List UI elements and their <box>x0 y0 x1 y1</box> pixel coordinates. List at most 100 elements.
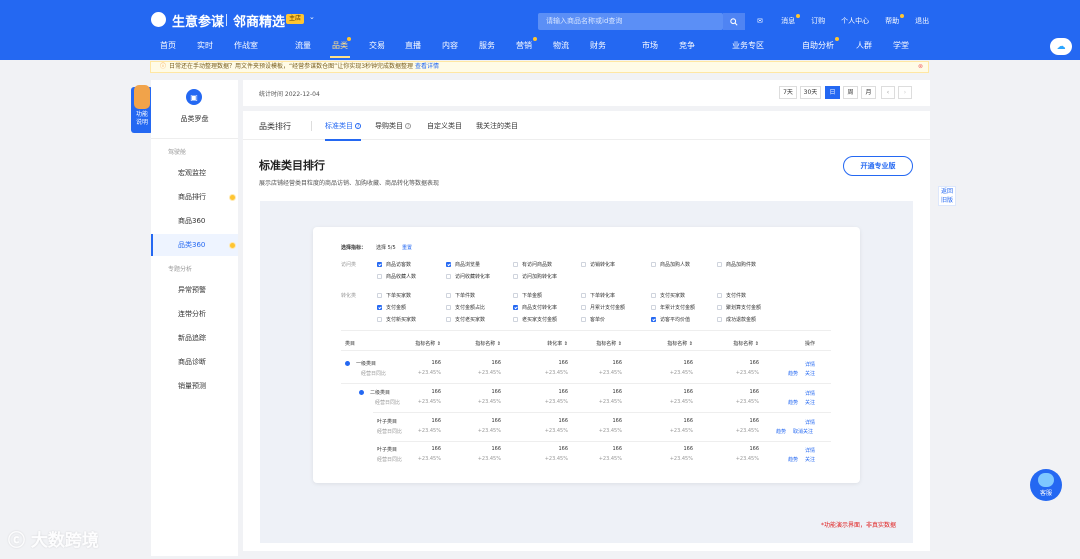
nav-marketing[interactable]: 营销 <box>516 40 532 51</box>
follow-link[interactable]: 取消关注 <box>793 428 813 435</box>
compass-icon[interactable] <box>151 12 166 27</box>
metric-checkbox[interactable] <box>377 273 382 279</box>
tab-standard[interactable]: 标准类目? <box>325 121 361 141</box>
nav-competition[interactable]: 竞争 <box>679 40 695 51</box>
nav-business-zone[interactable]: 业务专区 <box>732 40 764 51</box>
metric-checkbox[interactable] <box>446 273 451 279</box>
trend-link[interactable]: 趋势 <box>788 370 798 377</box>
prev-arrow-icon[interactable]: ‹ <box>881 86 895 99</box>
nav-live[interactable]: 直播 <box>405 40 421 51</box>
detail-link[interactable]: 详情 <box>805 419 815 426</box>
sidebar-item-diagnosis[interactable]: 商品诊断 <box>151 351 238 373</box>
metric-checkbox[interactable] <box>377 304 382 310</box>
metric-checkbox[interactable] <box>377 292 382 298</box>
customer-service-button[interactable]: 客服 <box>1030 469 1062 501</box>
metric-checkbox[interactable] <box>513 273 518 279</box>
tab-followed[interactable]: 我关注的类目 <box>476 121 518 131</box>
trend-link[interactable]: 趋势 <box>788 399 798 406</box>
help-link[interactable]: 帮助 <box>885 14 905 26</box>
nav-realtime[interactable]: 实时 <box>197 40 213 51</box>
nav-crowd[interactable]: 人群 <box>856 40 872 51</box>
follow-link[interactable]: 关注 <box>805 370 815 377</box>
trend-link[interactable]: 趋势 <box>788 456 798 463</box>
nav-self-analysis[interactable]: 自助分析 <box>802 40 834 51</box>
tab-guide[interactable]: 导购类目? <box>375 121 411 131</box>
nav-home[interactable]: 首页 <box>160 40 176 51</box>
selector-reset[interactable]: 重置 <box>402 244 412 251</box>
sidebar-item-joint[interactable]: 连带分析 <box>151 303 238 325</box>
nav-transaction[interactable]: 交易 <box>369 40 385 51</box>
back-to-old-version[interactable]: 返回旧版 <box>938 186 956 206</box>
metric-checkbox[interactable] <box>581 261 586 267</box>
nav-finance[interactable]: 财务 <box>590 40 606 51</box>
close-icon[interactable]: ⊗ <box>918 62 923 72</box>
shop-name[interactable]: 邻商精选 <box>233 11 285 30</box>
notice-detail-link[interactable]: 查看详情 <box>415 63 439 70</box>
metric-checkbox[interactable] <box>513 304 518 310</box>
search-button[interactable] <box>723 13 745 30</box>
trend-link[interactable]: 趋势 <box>776 428 786 435</box>
logout-link[interactable]: 退出 <box>915 16 929 26</box>
table-header-cell[interactable]: 指标名称 ⇕ <box>711 340 759 347</box>
metric-checkbox[interactable] <box>446 261 451 267</box>
metric-checkbox[interactable] <box>651 261 656 267</box>
table-header-cell[interactable]: 指标名称 ⇕ <box>393 340 441 347</box>
sidebar-item-product360[interactable]: 商品360 <box>151 210 238 232</box>
sidebar-item-forecast[interactable]: 销量预测 <box>151 375 238 397</box>
metric-checkbox[interactable] <box>446 304 451 310</box>
range-week[interactable]: 周 <box>843 86 858 99</box>
chevron-down-icon[interactable]: ⌄ <box>309 13 315 21</box>
open-pro-button[interactable]: 开通专业版 <box>843 156 913 176</box>
expand-toggle-icon[interactable] <box>359 390 364 395</box>
table-header-cell[interactable]: 转化率 ⇕ <box>520 340 568 347</box>
range-7d[interactable]: 7天 <box>779 86 797 99</box>
cloud-icon[interactable]: ☁ <box>1050 38 1072 55</box>
message-link[interactable]: ✉ 消息 <box>757 14 801 26</box>
range-30d[interactable]: 30天 <box>800 86 821 99</box>
nav-category[interactable]: 品类 <box>330 40 350 58</box>
metric-checkbox[interactable] <box>446 316 451 322</box>
nav-content[interactable]: 内容 <box>442 40 458 51</box>
metric-checkbox[interactable] <box>513 292 518 298</box>
metric-checkbox[interactable] <box>651 292 656 298</box>
feature-guide-tab[interactable]: 功能说明 <box>131 85 153 133</box>
profile-link[interactable]: 个人中心 <box>841 16 869 26</box>
metric-checkbox[interactable] <box>581 304 586 310</box>
brand-title[interactable]: 生意参谋 <box>172 11 224 30</box>
expand-toggle-icon[interactable] <box>345 361 350 366</box>
metric-checkbox[interactable] <box>717 292 722 298</box>
next-arrow-icon[interactable]: › <box>898 86 912 99</box>
sidebar-item-alert[interactable]: 异常预警 <box>151 279 238 301</box>
table-header-cell[interactable]: 指标名称 ⇕ <box>645 340 693 347</box>
detail-link[interactable]: 详情 <box>805 390 815 397</box>
sidebar-item-macro[interactable]: 宏观监控 <box>151 162 238 184</box>
follow-link[interactable]: 关注 <box>805 456 815 463</box>
nav-warroom[interactable]: 作战室 <box>234 40 258 51</box>
metric-checkbox[interactable] <box>581 316 586 322</box>
metric-checkbox[interactable] <box>377 316 382 322</box>
metric-checkbox[interactable] <box>717 304 722 310</box>
sidebar-item-product-rank[interactable]: 商品排行 <box>151 186 238 208</box>
metric-checkbox[interactable] <box>513 261 518 267</box>
metric-checkbox[interactable] <box>513 316 518 322</box>
metric-checkbox[interactable] <box>651 316 656 322</box>
range-month[interactable]: 月 <box>861 86 876 99</box>
detail-link[interactable]: 详情 <box>805 447 815 454</box>
subscribe-link[interactable]: 订购 <box>811 16 825 26</box>
nav-market[interactable]: 市场 <box>642 40 658 51</box>
metric-checkbox[interactable] <box>581 292 586 298</box>
metric-checkbox[interactable] <box>377 261 382 267</box>
range-day[interactable]: 日 <box>825 86 840 99</box>
follow-link[interactable]: 关注 <box>805 399 815 406</box>
sidebar-item-new-product[interactable]: 新品追踪 <box>151 327 238 349</box>
tab-custom[interactable]: 自定义类目 <box>427 121 462 131</box>
table-header-cell[interactable]: 指标名称 ⇕ <box>453 340 501 347</box>
metric-checkbox[interactable] <box>446 292 451 298</box>
metric-checkbox[interactable] <box>717 261 722 267</box>
sidebar-item-category360[interactable]: 品类360 <box>151 234 238 256</box>
table-header-cell[interactable]: 指标名称 ⇕ <box>574 340 622 347</box>
metric-checkbox[interactable] <box>717 316 722 322</box>
detail-link[interactable]: 详情 <box>805 361 815 368</box>
nav-traffic[interactable]: 流量 <box>295 40 311 51</box>
search-input[interactable]: 请输入商品名称或id查询 <box>538 13 723 30</box>
